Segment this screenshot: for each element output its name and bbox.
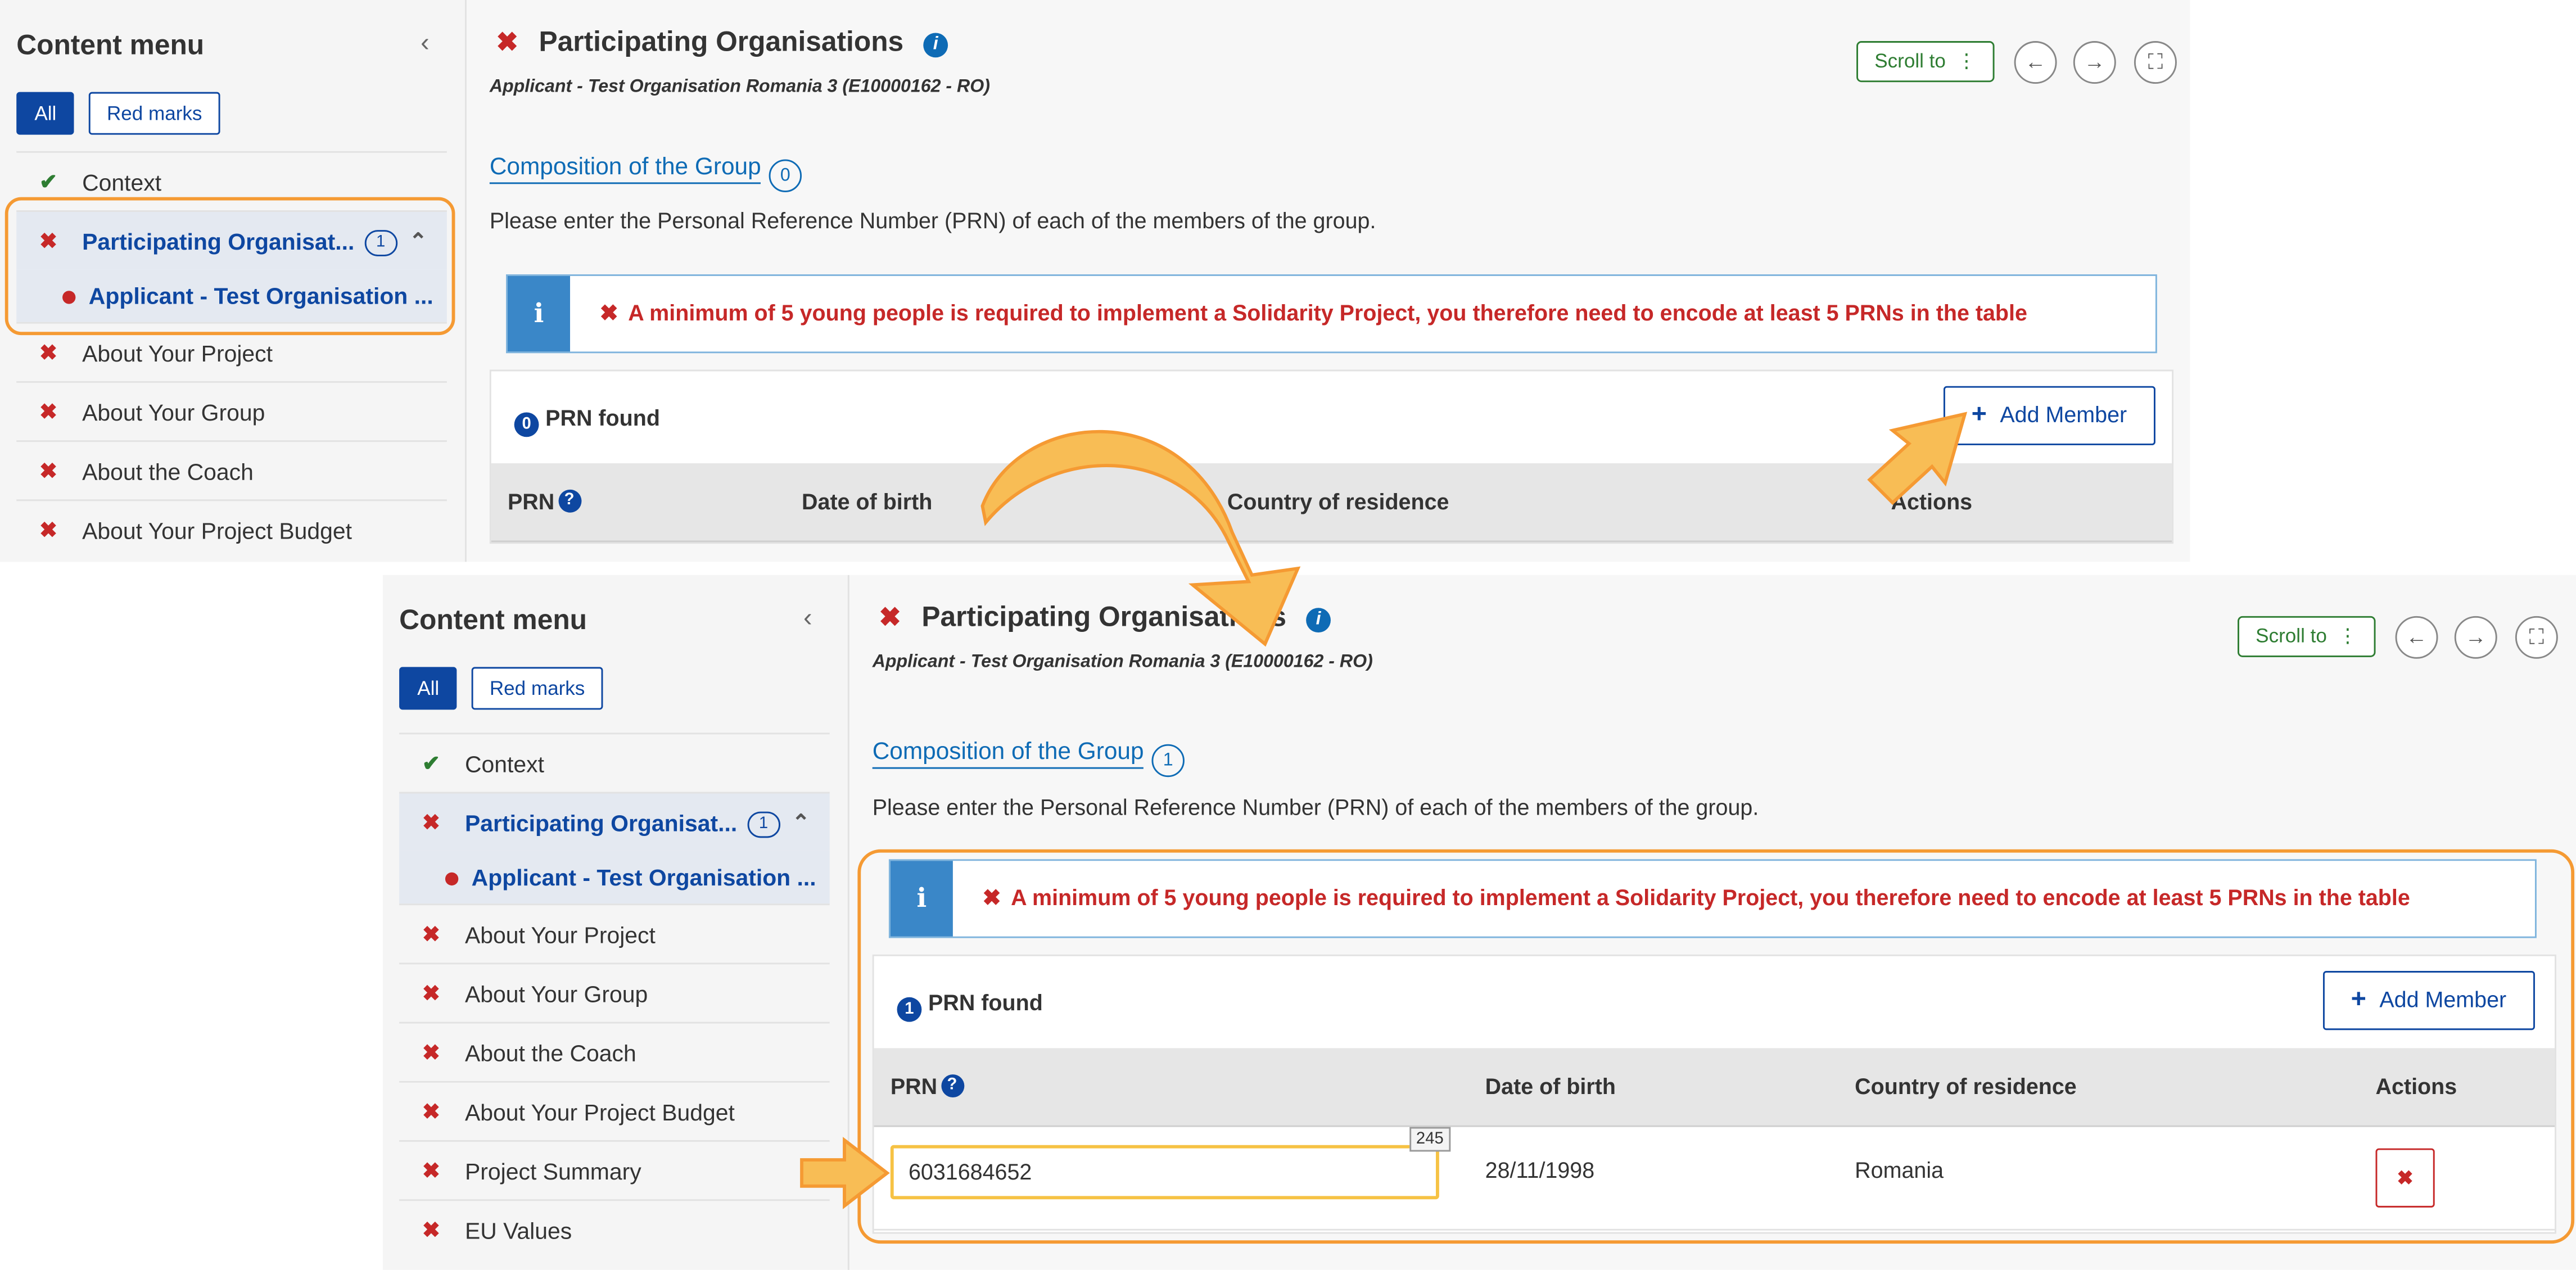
arrow-to-add-member-icon [1867, 412, 1968, 505]
annotation-arrows [800, 412, 1968, 1209]
curved-arrow-icon [980, 430, 1301, 647]
arrow-to-prn-input-icon [800, 1137, 890, 1209]
